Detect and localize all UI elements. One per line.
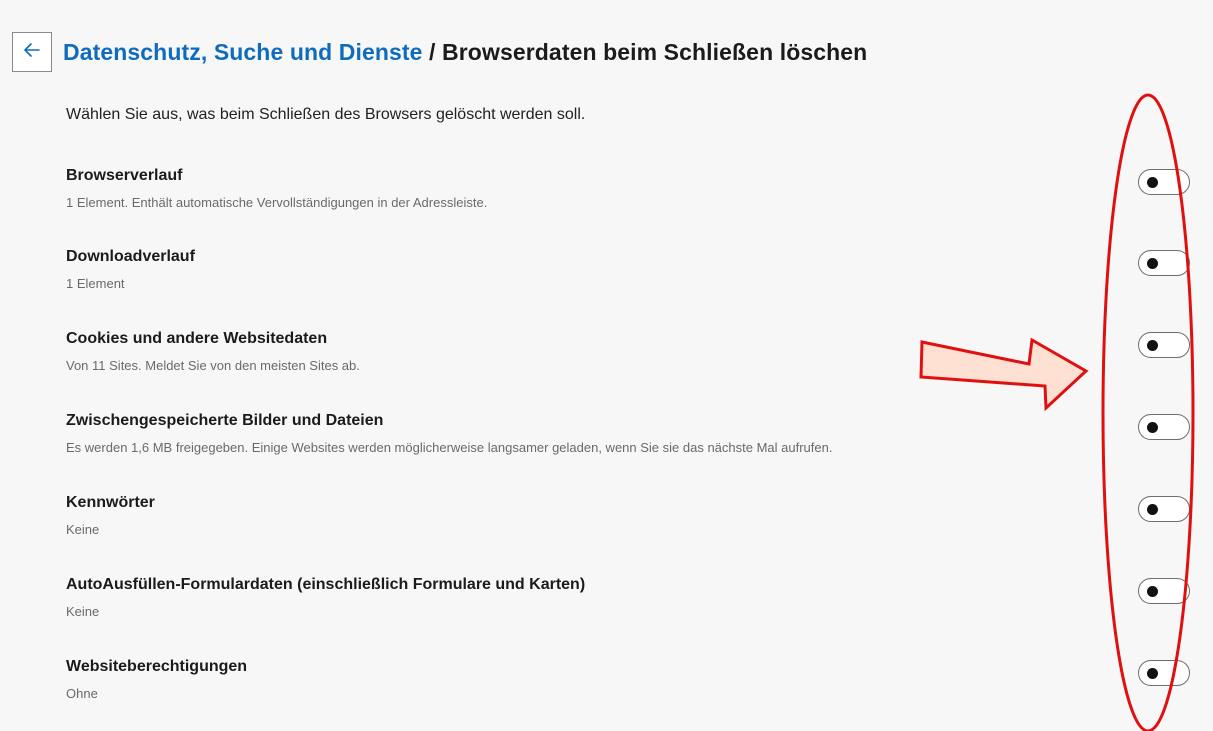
page-title: Browserdaten beim Schließen löschen — [442, 38, 868, 65]
setting-title: Kennwörter — [66, 494, 155, 511]
intro-text: Wählen Sie aus, was beim Schließen des B… — [66, 106, 586, 123]
toggle-switch[interactable] — [1138, 169, 1190, 195]
setting-title: Browserverlauf — [66, 167, 183, 184]
toggle-knob — [1147, 340, 1158, 351]
setting-description: 1 Element. Enthält automatische Vervolls… — [66, 195, 488, 210]
toggle-switch[interactable] — [1138, 660, 1190, 686]
setting-title: Cookies und andere Websitedaten — [66, 330, 328, 347]
setting-row-cookies: Cookies und andere Websitedaten Von 11 S… — [66, 330, 1206, 390]
toggle-switch[interactable] — [1138, 332, 1190, 358]
breadcrumb-parent-link[interactable]: Datenschutz, Suche und Dienste — [63, 39, 423, 65]
arrow-left-icon — [22, 40, 42, 65]
setting-row-downloadverlauf: Downloadverlauf 1 Element — [66, 248, 1206, 308]
toggle-switch[interactable] — [1138, 578, 1190, 604]
toggle-knob — [1147, 504, 1158, 515]
setting-title: Websiteberechtigungen — [66, 658, 248, 675]
settings-panel: Datenschutz, Suche und Dienste / Browser… — [0, 0, 1213, 731]
setting-description: Es werden 1,6 MB freigegeben. Einige Web… — [66, 440, 833, 455]
toggle-switch[interactable] — [1138, 496, 1190, 522]
toggle-knob — [1147, 586, 1158, 597]
setting-description: Keine — [66, 604, 100, 619]
setting-row-passwords: Kennwörter Keine — [66, 494, 1206, 554]
toggle-knob — [1147, 177, 1158, 188]
setting-row-cached-images: Zwischengespeicherte Bilder und Dateien … — [66, 412, 1206, 472]
toggle-knob — [1147, 422, 1158, 433]
toggle-switch[interactable] — [1138, 250, 1190, 276]
setting-title: Downloadverlauf — [66, 248, 195, 265]
setting-title: Zwischengespeicherte Bilder und Dateien — [66, 412, 384, 429]
setting-description: 1 Element — [66, 276, 125, 291]
setting-row-autofill: AutoAusfüllen-Formulardaten (einschließl… — [66, 576, 1206, 636]
setting-description: Ohne — [66, 686, 98, 701]
breadcrumb-separator: / — [422, 38, 443, 65]
page-header: Datenschutz, Suche und Dienste / Browser… — [12, 30, 867, 74]
toggle-switch[interactable] — [1138, 414, 1190, 440]
setting-row-browserverlauf: Browserverlauf 1 Element. Enthält automa… — [66, 167, 1206, 227]
toggle-knob — [1147, 258, 1158, 269]
breadcrumb: Datenschutz, Suche und Dienste / Browser… — [63, 39, 867, 66]
setting-title: AutoAusfüllen-Formulardaten (einschließl… — [66, 576, 586, 593]
toggle-knob — [1147, 668, 1158, 679]
back-button[interactable] — [12, 32, 52, 72]
setting-row-site-permissions: Websiteberechtigungen Ohne — [66, 658, 1206, 718]
setting-description: Keine — [66, 522, 100, 537]
setting-description: Von 11 Sites. Meldet Sie von den meisten… — [66, 358, 360, 373]
